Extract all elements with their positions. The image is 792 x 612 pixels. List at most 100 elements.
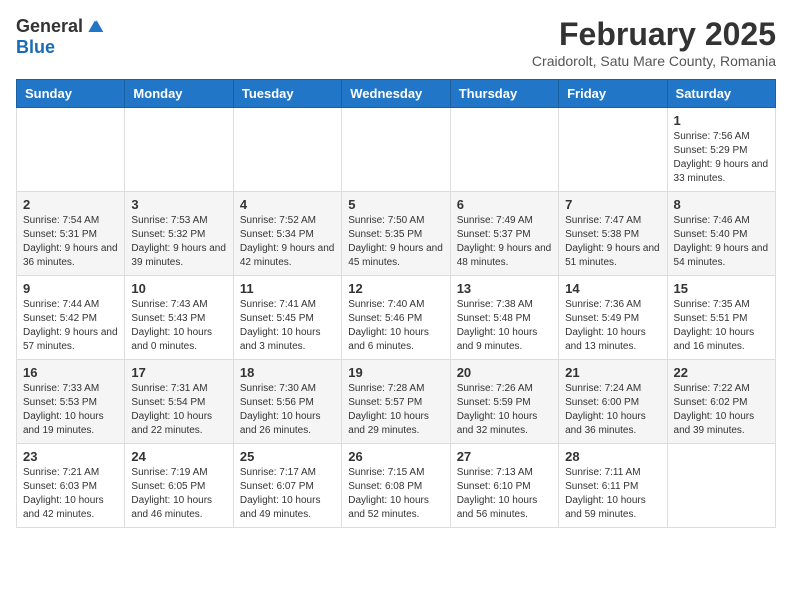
calendar-cell: 20 Sunrise: 7:26 AMSunset: 5:59 PMDayligh… [450, 360, 558, 444]
calendar-cell: 9 Sunrise: 7:44 AMSunset: 5:42 PMDaylight… [17, 276, 125, 360]
calendar-cell: 25 Sunrise: 7:17 AMSunset: 6:07 PMDayligh… [233, 444, 341, 528]
weekday-header-sunday: Sunday [17, 80, 125, 108]
calendar-cell [342, 108, 450, 192]
calendar-cell: 6 Sunrise: 7:49 AMSunset: 5:37 PMDaylight… [450, 192, 558, 276]
day-number: 20 [457, 365, 552, 380]
day-info: Sunrise: 7:54 AMSunset: 5:31 PMDaylight:… [23, 214, 118, 270]
month-title: February 2025 [532, 16, 776, 53]
calendar-cell: 23Sunrise: 7:21 AMSunset: 6:03 PMDayligh… [17, 444, 125, 528]
day-number: 25 [240, 449, 335, 464]
day-number: 24 [131, 449, 226, 464]
calendar-cell: 26 Sunrise: 7:15 AMSunset: 6:08 PMDayligh… [342, 444, 450, 528]
calendar-cell: 21 Sunrise: 7:24 AMSunset: 6:00 PMDayligh… [559, 360, 667, 444]
logo-general-text: General [16, 16, 83, 37]
day-number: 19 [348, 365, 443, 380]
day-info: Sunrise: 7:41 AMSunset: 5:45 PMDaylight:… [240, 298, 335, 354]
day-info: Sunrise: 7:31 AMSunset: 5:54 PMDaylight:… [131, 382, 226, 438]
calendar-week-row: 16Sunrise: 7:33 AMSunset: 5:53 PMDayligh… [17, 360, 776, 444]
day-number: 3 [131, 197, 226, 212]
day-number: 8 [674, 197, 769, 212]
calendar-cell: 15Sunrise: 7:35 AMSunset: 5:51 PMDayligh… [667, 276, 775, 360]
day-number: 1 [674, 113, 769, 128]
day-number: 22 [674, 365, 769, 380]
calendar-cell [233, 108, 341, 192]
calendar-cell: 13 Sunrise: 7:38 AMSunset: 5:48 PMDayligh… [450, 276, 558, 360]
day-info: Sunrise: 7:24 AMSunset: 6:00 PMDaylight:… [565, 382, 660, 438]
day-number: 9 [23, 281, 118, 296]
weekday-header-saturday: Saturday [667, 80, 775, 108]
weekday-header-thursday: Thursday [450, 80, 558, 108]
day-info: Sunrise: 7:53 AMSunset: 5:32 PMDaylight:… [131, 214, 226, 270]
day-info: Sunrise: 7:13 AMSunset: 6:10 PMDaylight:… [457, 466, 552, 522]
day-info: Sunrise: 7:11 AMSunset: 6:11 PMDaylight:… [565, 466, 660, 522]
day-info: Sunrise: 7:33 AMSunset: 5:53 PMDaylight:… [23, 382, 118, 438]
day-number: 18 [240, 365, 335, 380]
calendar-cell: 16Sunrise: 7:33 AMSunset: 5:53 PMDayligh… [17, 360, 125, 444]
calendar-week-row: 23Sunrise: 7:21 AMSunset: 6:03 PMDayligh… [17, 444, 776, 528]
calendar-cell: 27Sunrise: 7:13 AMSunset: 6:10 PMDayligh… [450, 444, 558, 528]
day-number: 14 [565, 281, 660, 296]
day-info: Sunrise: 7:47 AMSunset: 5:38 PMDaylight:… [565, 214, 660, 270]
title-section: February 2025 Craidorolt, Satu Mare Coun… [532, 16, 776, 69]
day-info: Sunrise: 7:40 AMSunset: 5:46 PMDaylight:… [348, 298, 443, 354]
weekday-header-friday: Friday [559, 80, 667, 108]
day-info: Sunrise: 7:56 AMSunset: 5:29 PMDaylight:… [674, 130, 769, 186]
calendar-cell: 12 Sunrise: 7:40 AMSunset: 5:46 PMDayligh… [342, 276, 450, 360]
calendar-cell: 24 Sunrise: 7:19 AMSunset: 6:05 PMDayligh… [125, 444, 233, 528]
day-info: Sunrise: 7:49 AMSunset: 5:37 PMDaylight:… [457, 214, 552, 270]
day-number: 11 [240, 281, 335, 296]
day-info: Sunrise: 7:22 AMSunset: 6:02 PMDaylight:… [674, 382, 769, 438]
day-number: 12 [348, 281, 443, 296]
calendar-cell: 3 Sunrise: 7:53 AMSunset: 5:32 PMDaylight… [125, 192, 233, 276]
day-number: 10 [131, 281, 226, 296]
calendar-cell: 10Sunrise: 7:43 AMSunset: 5:43 PMDayligh… [125, 276, 233, 360]
calendar-cell [17, 108, 125, 192]
logo-icon [85, 17, 105, 37]
calendar-cell: 18 Sunrise: 7:30 AMSunset: 5:56 PMDayligh… [233, 360, 341, 444]
day-number: 28 [565, 449, 660, 464]
day-number: 21 [565, 365, 660, 380]
day-number: 2 [23, 197, 118, 212]
calendar-cell: 7 Sunrise: 7:47 AMSunset: 5:38 PMDaylight… [559, 192, 667, 276]
calendar-table: SundayMondayTuesdayWednesdayThursdayFrid… [16, 79, 776, 528]
weekday-header-tuesday: Tuesday [233, 80, 341, 108]
day-info: Sunrise: 7:17 AMSunset: 6:07 PMDaylight:… [240, 466, 335, 522]
calendar-cell: 22 Sunrise: 7:22 AMSunset: 6:02 PMDayligh… [667, 360, 775, 444]
calendar-cell [559, 108, 667, 192]
day-number: 5 [348, 197, 443, 212]
day-info: Sunrise: 7:50 AMSunset: 5:35 PMDaylight:… [348, 214, 443, 270]
calendar-week-row: 2 Sunrise: 7:54 AMSunset: 5:31 PMDaylight… [17, 192, 776, 276]
page-header: General Blue February 2025 Craidorolt, S… [16, 16, 776, 69]
logo-blue-text: Blue [16, 37, 55, 58]
day-info: Sunrise: 7:30 AMSunset: 5:56 PMDaylight:… [240, 382, 335, 438]
day-info: Sunrise: 7:21 AMSunset: 6:03 PMDaylight:… [23, 466, 118, 522]
day-info: Sunrise: 7:36 AMSunset: 5:49 PMDaylight:… [565, 298, 660, 354]
calendar-cell: 8 Sunrise: 7:46 AMSunset: 5:40 PMDaylight… [667, 192, 775, 276]
calendar-cell: 2 Sunrise: 7:54 AMSunset: 5:31 PMDaylight… [17, 192, 125, 276]
day-info: Sunrise: 7:52 AMSunset: 5:34 PMDaylight:… [240, 214, 335, 270]
calendar-cell [667, 444, 775, 528]
day-number: 13 [457, 281, 552, 296]
day-info: Sunrise: 7:46 AMSunset: 5:40 PMDaylight:… [674, 214, 769, 270]
calendar-cell: 4 Sunrise: 7:52 AMSunset: 5:34 PMDaylight… [233, 192, 341, 276]
calendar-cell [450, 108, 558, 192]
weekday-header-wednesday: Wednesday [342, 80, 450, 108]
day-info: Sunrise: 7:19 AMSunset: 6:05 PMDaylight:… [131, 466, 226, 522]
day-number: 17 [131, 365, 226, 380]
calendar-cell: 14 Sunrise: 7:36 AMSunset: 5:49 PMDayligh… [559, 276, 667, 360]
calendar-cell: 11 Sunrise: 7:41 AMSunset: 5:45 PMDayligh… [233, 276, 341, 360]
weekday-header-monday: Monday [125, 80, 233, 108]
calendar-cell: 19 Sunrise: 7:28 AMSunset: 5:57 PMDayligh… [342, 360, 450, 444]
day-info: Sunrise: 7:38 AMSunset: 5:48 PMDaylight:… [457, 298, 552, 354]
day-info: Sunrise: 7:15 AMSunset: 6:08 PMDaylight:… [348, 466, 443, 522]
calendar-cell: 1 Sunrise: 7:56 AMSunset: 5:29 PMDaylight… [667, 108, 775, 192]
day-info: Sunrise: 7:26 AMSunset: 5:59 PMDaylight:… [457, 382, 552, 438]
day-info: Sunrise: 7:28 AMSunset: 5:57 PMDaylight:… [348, 382, 443, 438]
calendar-cell: 17 Sunrise: 7:31 AMSunset: 5:54 PMDayligh… [125, 360, 233, 444]
day-number: 4 [240, 197, 335, 212]
day-number: 7 [565, 197, 660, 212]
calendar-week-row: 9 Sunrise: 7:44 AMSunset: 5:42 PMDaylight… [17, 276, 776, 360]
day-info: Sunrise: 7:44 AMSunset: 5:42 PMDaylight:… [23, 298, 118, 354]
day-number: 26 [348, 449, 443, 464]
day-number: 6 [457, 197, 552, 212]
